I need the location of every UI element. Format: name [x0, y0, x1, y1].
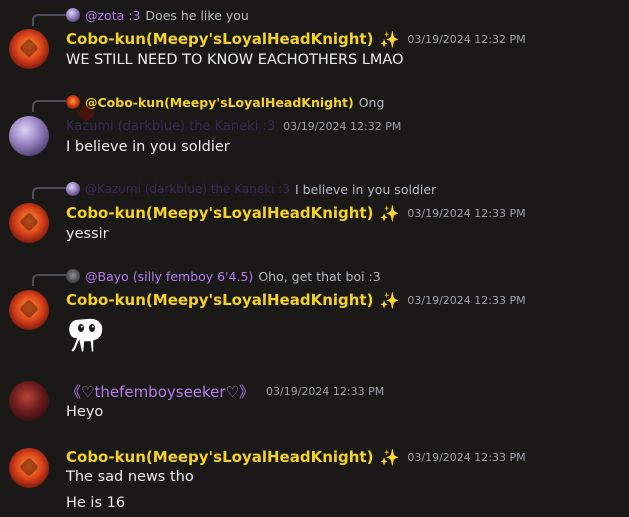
reply-text: Oho, get that boi :3 — [258, 268, 381, 284]
author-name[interactable]: Cobo-kun(Meepy'sLoyalHeadKnight) — [66, 291, 373, 309]
avatar[interactable] — [9, 448, 49, 488]
avatar[interactable] — [9, 290, 49, 330]
reply-text: Does he like you — [145, 7, 249, 23]
avatar[interactable] — [9, 29, 49, 69]
reply-text: I believe in you soldier — [295, 181, 437, 197]
reply-author[interactable]: @Cobo-kun(Meepy'sLoyalHeadKnight) — [85, 95, 354, 110]
reply-preview[interactable]: @Bayo (silly femboy 6'4.5) Oho, get that… — [66, 268, 381, 284]
author-name[interactable]: Cobo-kun(Meepy'sLoyalHeadKnight) — [66, 30, 373, 48]
timestamp: 03/19/2024 12:32 PM — [283, 119, 402, 133]
message-text: I believe in you soldier — [66, 139, 230, 155]
avatar[interactable] — [9, 381, 49, 421]
reply-preview[interactable]: @zota :3 Does he like you — [66, 7, 249, 23]
message-text: He is 16 — [66, 495, 126, 511]
reply-author[interactable]: @zota :3 — [85, 8, 140, 23]
message-text: yessir — [66, 226, 109, 242]
reply-preview[interactable]: @Cobo-kun(Meepy'sLoyalHeadKnight) Ong — [66, 94, 384, 110]
sparkle-icon: ✨ — [379, 29, 400, 49]
timestamp: 03/19/2024 12:33 PM — [407, 450, 526, 464]
sparkle-icon: ✨ — [379, 447, 400, 467]
avatar[interactable] — [9, 116, 49, 156]
message-text: Heyo — [66, 404, 104, 420]
avatar[interactable] — [9, 203, 49, 243]
author-name[interactable]: Cobo-kun(Meepy'sLoyalHeadKnight) — [66, 448, 373, 466]
timestamp: 03/19/2024 12:32 PM — [407, 32, 526, 46]
reply-author[interactable]: @Kazumi (darkblue) the Kaneki :3 — [85, 182, 290, 196]
author-name[interactable]: Cobo-kun(Meepy'sLoyalHeadKnight) — [66, 204, 373, 222]
reply-connector — [32, 14, 66, 26]
reply-connector — [32, 100, 66, 112]
timestamp: 03/19/2024 12:33 PM — [266, 384, 385, 398]
reply-avatar — [66, 95, 80, 109]
reply-avatar — [66, 269, 80, 283]
timestamp: 03/19/2024 12:33 PM — [407, 206, 526, 220]
white-creature-sticker[interactable] — [64, 313, 108, 357]
reply-text: Ong — [358, 94, 385, 110]
reply-author[interactable]: @Bayo (silly femboy 6'4.5) — [85, 269, 253, 284]
reply-connector — [32, 274, 66, 286]
author-name[interactable]: Kazumi (darkblue) the Kaneki :3 — [66, 119, 275, 134]
reply-avatar — [66, 182, 80, 196]
timestamp: 03/19/2024 12:33 PM — [407, 293, 526, 307]
sparkle-icon: ✨ — [379, 203, 400, 223]
message-text: The sad news tho — [66, 469, 194, 485]
reply-avatar — [66, 8, 80, 22]
reply-preview[interactable]: @Kazumi (darkblue) the Kaneki :3 I belie… — [66, 181, 436, 197]
author-name[interactable]: 《♡thefemboyseeker♡》 — [66, 381, 254, 402]
message-text: WE STILL NEED TO KNOW EACHOTHERS LMAO — [66, 52, 404, 68]
sparkle-icon: ✨ — [379, 290, 400, 310]
reply-connector — [32, 187, 66, 199]
